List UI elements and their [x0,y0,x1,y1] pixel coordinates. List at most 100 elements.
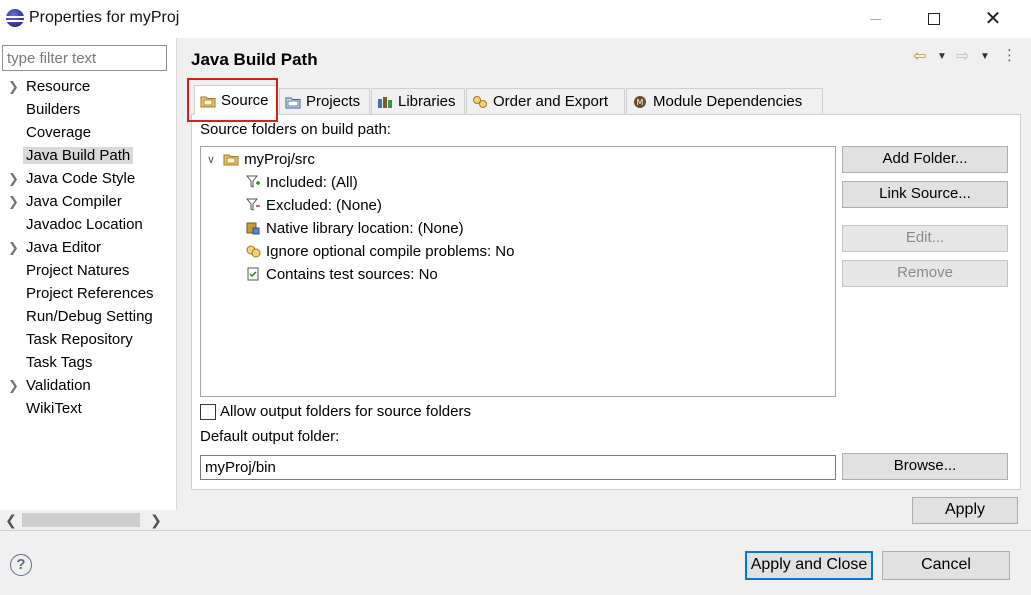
tree-child-label: Native library location: (None) [266,219,464,237]
tree-child-row[interactable]: Excluded: (None) [245,194,382,216]
close-icon: ✕ [984,8,1002,30]
tree-root-label: myProj/src [244,150,315,168]
scroll-right-icon[interactable]: ❯ [148,510,164,530]
filter-excluded-icon [245,197,261,213]
tree-child-label: Excluded: (None) [266,196,382,214]
nav-item-wikitext[interactable]: WikiText [0,398,177,421]
filter-included-icon [245,174,261,190]
tree-child-label: Ignore optional compile problems: No [266,242,515,260]
nav-item-label: Project Natures [26,262,130,279]
nav-item-label: Java Code Style [26,170,136,187]
tree-child-row[interactable]: Contains test sources: No [245,263,438,285]
tab-libraries[interactable]: Libraries [371,88,465,114]
minimize-icon [869,18,881,20]
nav-item-label: Coverage [26,124,92,141]
projects-icon [285,95,301,109]
maximize-button[interactable] [905,0,963,38]
tree-child-label: Contains test sources: No [266,265,438,283]
nav-item-label: Javadoc Location [26,216,143,233]
tree-child-row[interactable]: Included: (All) [245,171,358,193]
nav-item-java-code-style[interactable]: ❯ Java Code Style [0,168,177,191]
scrollbar-thumb[interactable] [22,513,140,527]
tab-order-and-export[interactable]: Order and Export [466,88,625,114]
tab-label: Module Dependencies [653,93,803,110]
source-folders-label: Source folders on build path: [200,121,391,138]
apply-button[interactable]: Apply [912,497,1018,524]
back-arrow-icon[interactable]: ⇦ [913,46,926,66]
allow-output-label: Allow output folders for source folders [220,403,471,420]
horizontal-scrollbar[interactable]: ❮ ❯ [0,510,177,530]
page-title: Java Build Path [191,50,318,69]
allow-output-checkbox[interactable] [200,404,216,420]
nav-item-run-debug-setting[interactable]: Run/Debug Setting [0,306,177,329]
maximize-icon [928,13,940,25]
tree-child-label: Included: (All) [266,173,358,191]
nav-item-label: Resource [26,78,91,95]
chevron-right-icon[interactable]: ❯ [8,240,19,256]
tab-label: Libraries [398,93,456,110]
nav-item-label: Java Build Path [23,147,134,164]
nav-item-label: WikiText [26,400,82,417]
chevron-down-icon[interactable]: ▼ [937,51,947,62]
module-icon: M [632,95,648,109]
highlight-box [187,78,278,122]
tree-child-row[interactable]: Ignore optional compile problems: No [245,240,514,262]
compile-problems-icon [245,243,261,259]
link-source-button[interactable]: Link Source... [842,181,1008,208]
eclipse-icon [6,9,24,27]
apply-and-close-button[interactable]: Apply and Close [745,551,873,580]
add-folder-button[interactable]: Add Folder... [842,146,1008,173]
tab-label: Projects [306,93,361,110]
minimize-button[interactable] [846,0,904,38]
tab-projects[interactable]: Projects [279,88,370,114]
nav-item-label: Validation [26,377,91,394]
window-title: Properties for myProj [29,9,180,26]
svg-text:M: M [637,98,644,107]
tab-label: Order and Export [493,93,609,110]
nav-item-label: Task Repository [26,331,133,348]
remove-button[interactable]: Remove [842,260,1008,287]
nav-item-java-editor[interactable]: ❯ Java Editor [0,237,177,260]
scroll-left-icon[interactable]: ❮ [3,510,19,530]
nav-item-coverage[interactable]: Coverage [0,122,177,145]
nav-item-task-tags[interactable]: Task Tags [0,352,177,375]
forward-arrow-icon[interactable]: ⇨ [956,46,969,66]
nav-item-validation[interactable]: ❯ Validation [0,375,177,398]
view-menu-icon[interactable]: ⋮ [1002,46,1017,64]
chevron-right-icon[interactable]: ❯ [8,79,19,95]
nav-item-project-references[interactable]: Project References [0,283,177,306]
nav-item-label: Builders [26,101,81,118]
chevron-right-icon[interactable]: ❯ [8,171,19,187]
nav-item-resource[interactable]: ❯ Resource [0,76,177,99]
cancel-button[interactable]: Cancel [882,551,1010,580]
nav-item-builders[interactable]: Builders [0,99,177,122]
default-output-field[interactable] [200,455,836,480]
nav-item-task-repository[interactable]: Task Repository [0,329,177,352]
chevron-down-icon[interactable]: ∨ [207,153,215,166]
tab-module-dependencies[interactable]: M Module Dependencies [626,88,823,114]
tab-bar: Source Projects Libraries Order and Expo… [191,85,1021,115]
nav-item-label: Java Editor [26,239,102,256]
nav-item-project-natures[interactable]: Project Natures [0,260,177,283]
libraries-icon [377,95,393,109]
help-icon[interactable]: ? [10,554,32,576]
nav-item-label: Project References [26,285,154,302]
nav-item-label: Task Tags [26,354,93,371]
nav-item-java-compiler[interactable]: ❯ Java Compiler [0,191,177,214]
nav-item-javadoc-location[interactable]: Javadoc Location [0,214,177,237]
chevron-down-icon[interactable]: ▼ [980,51,990,62]
default-output-label: Default output folder: [200,428,340,445]
tree-child-row[interactable]: Native library location: (None) [245,217,464,239]
edit-button[interactable]: Edit... [842,225,1008,252]
native-library-icon [245,220,261,236]
nav-item-java-build-path[interactable]: Java Build Path [0,145,177,168]
source-tree[interactable]: ∨ myProj/src Included: (All) Excluded: (… [200,146,836,397]
nav-item-label: Run/Debug Setting [26,308,153,325]
test-sources-icon [245,266,261,282]
chevron-right-icon[interactable]: ❯ [8,194,19,210]
browse-button[interactable]: Browse... [842,453,1008,480]
filter-input[interactable] [2,45,167,71]
chevron-right-icon[interactable]: ❯ [8,378,19,394]
tree-root-row[interactable]: ∨ myProj/src [207,148,315,170]
close-button[interactable]: ✕ [964,0,1022,38]
